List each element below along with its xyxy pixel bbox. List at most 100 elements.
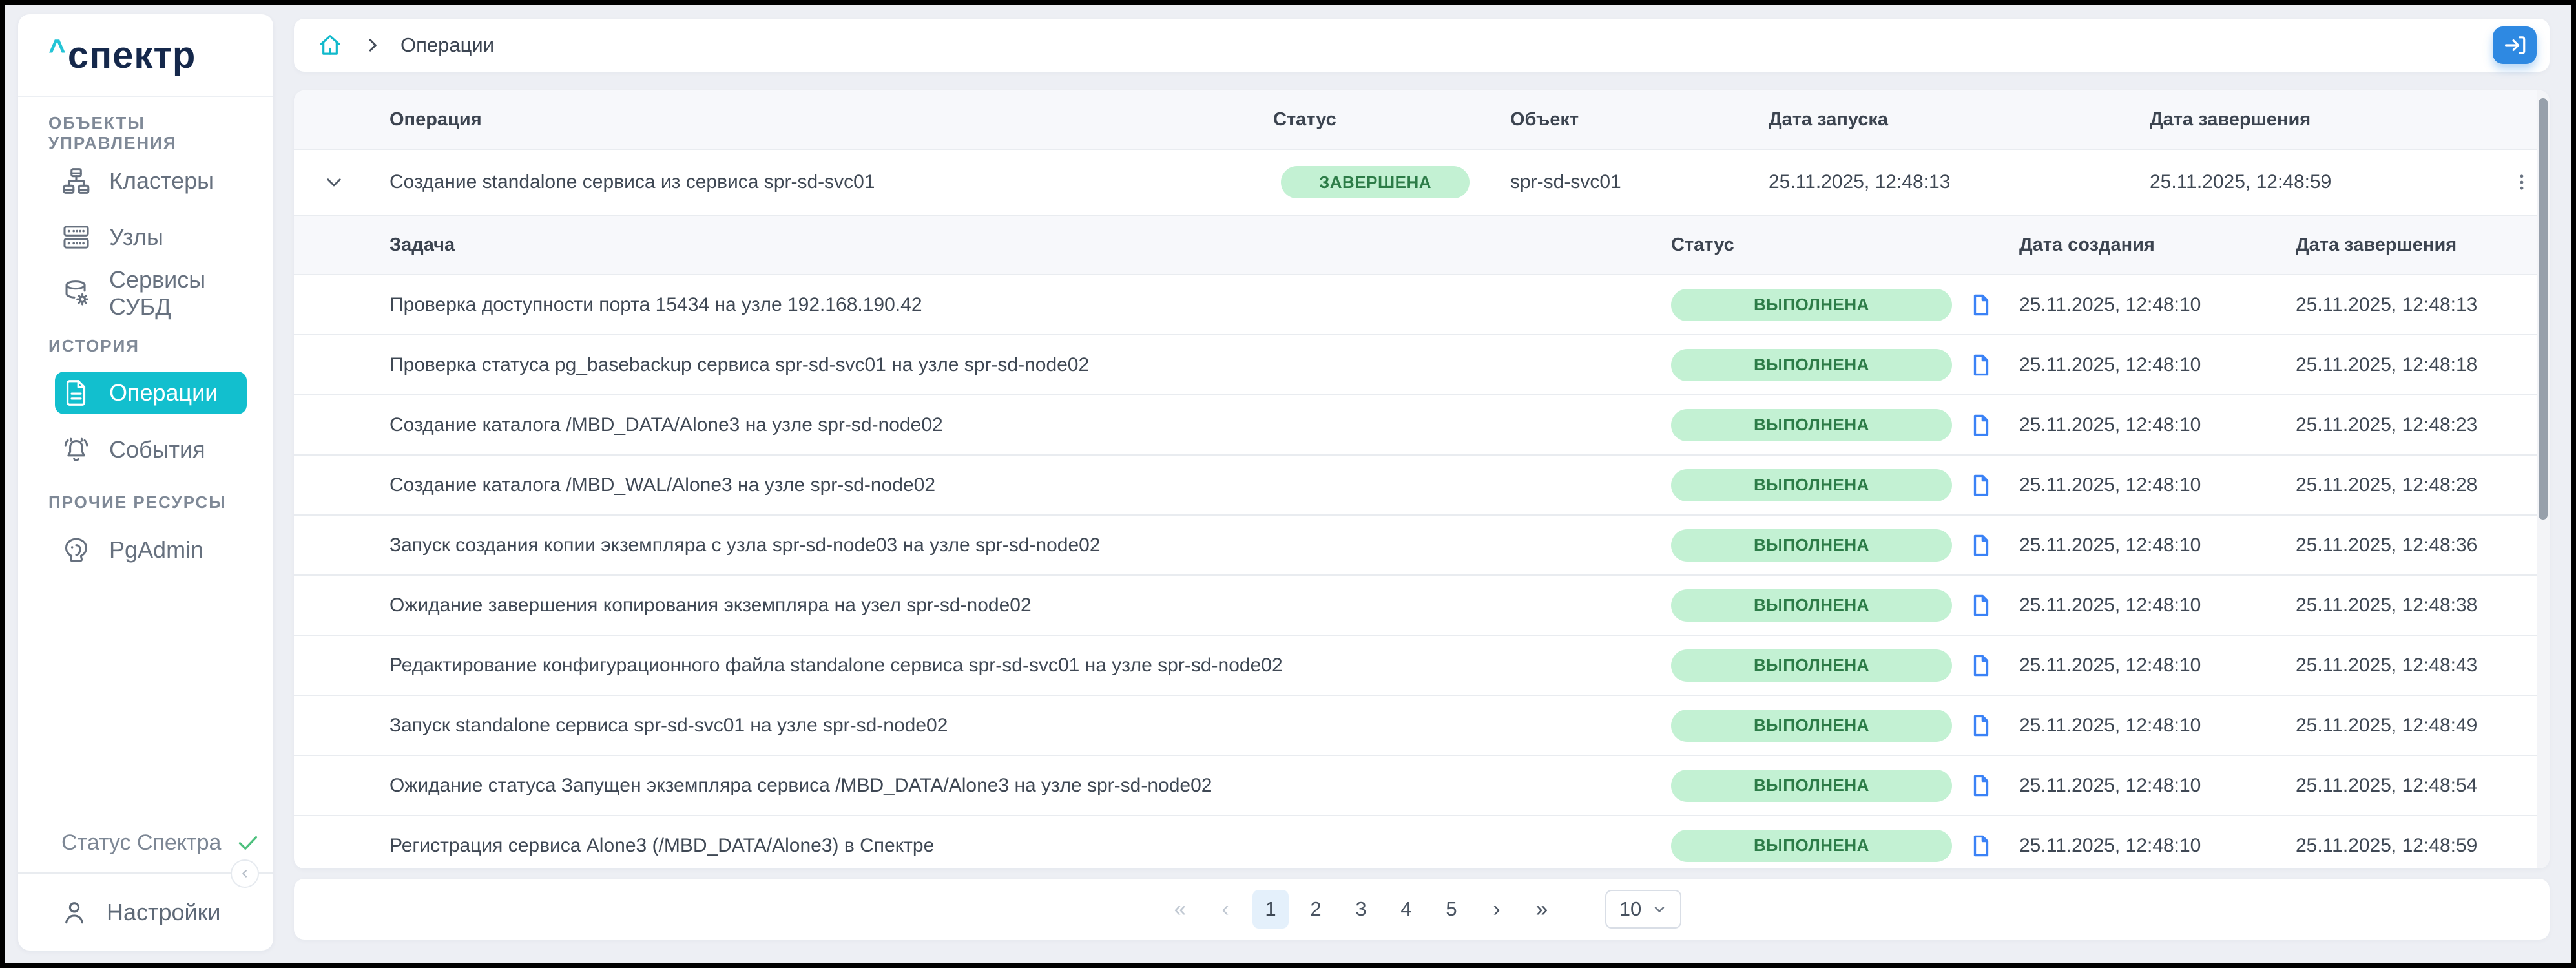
sidebar-item-clusters[interactable]: Кластеры <box>18 153 273 209</box>
task-name: Ожидание завершения копирования экземпля… <box>294 594 1671 616</box>
sidebar-item-events[interactable]: События <box>18 421 273 478</box>
next-page-button[interactable]: › <box>1479 890 1515 929</box>
task-created-date: 25.11.2025, 12:48:10 <box>2019 835 2296 857</box>
last-page-button[interactable]: » <box>1524 890 1560 929</box>
task-finish-date: 25.11.2025, 12:48:36 <box>2296 534 2550 556</box>
status-ok-check-icon <box>235 830 261 856</box>
task-name: Создание каталога /MBD_DATA/Alone3 на уз… <box>294 414 1671 436</box>
status-label: Статус Спектра <box>61 830 221 856</box>
column-header-status: Статус <box>1273 109 1510 131</box>
task-name: Регистрация сервиса Alone3 (/MBD_DATA/Al… <box>294 835 1671 857</box>
task-status-badge: ВЫПОЛНЕНА <box>1671 649 1952 682</box>
page-button-1[interactable]: 1 <box>1252 890 1289 929</box>
sidebar-item-operations[interactable]: Операции <box>55 372 247 414</box>
column-header-finish-date: Дата завершения <box>2150 109 2504 131</box>
task-row: Проверка доступности порта 15434 на узле… <box>294 275 2550 335</box>
task-log-file-icon[interactable] <box>1969 832 1993 860</box>
task-status-badge: ВЫПОЛНЕНА <box>1671 710 1952 742</box>
sidebar-item-db-services[interactable]: Сервисы СУБД <box>18 265 273 321</box>
page-button-3[interactable]: 3 <box>1343 890 1379 929</box>
sidebar-nav: ОБЪЕКТЫ УПРАВЛЕНИЯ Кластеры <box>18 97 273 578</box>
breadcrumb-bar: Операции <box>294 19 2550 72</box>
task-row: Ожидание завершения копирования экземпля… <box>294 576 2550 636</box>
operation-status-badge: ЗАВЕРШЕНА <box>1281 166 1470 198</box>
settings-button[interactable]: Настройки <box>18 874 273 951</box>
task-created-date: 25.11.2025, 12:48:10 <box>2019 294 2296 316</box>
breadcrumb-current-page: Операции <box>400 34 494 57</box>
task-finish-date: 25.11.2025, 12:48:13 <box>2296 294 2550 316</box>
collapse-row-chevron-down-icon[interactable] <box>315 163 353 202</box>
column-header-task: Задача <box>294 235 1671 256</box>
task-log-file-icon[interactable] <box>1969 411 1993 439</box>
sidebar-item-label: Узлы <box>109 224 163 251</box>
pagination-bar: « ‹ 1 2 3 4 5 › » 10 <box>294 879 2550 940</box>
page-size-select[interactable]: 10 <box>1605 890 1681 929</box>
task-status-badge: ВЫПОЛНЕНА <box>1671 409 1952 441</box>
sidebar-collapse-button[interactable] <box>231 859 259 888</box>
first-page-button[interactable]: « <box>1162 890 1198 929</box>
task-row: Ожидание статуса Запущен экземпляра серв… <box>294 756 2550 816</box>
kebab-menu-icon[interactable] <box>2504 164 2540 200</box>
sidebar-bottom: Статус Спектра <box>18 813 273 951</box>
screenshot-frame: ^ спектр ОБЪЕКТЫ УПРАВЛЕНИЯ Кластеры <box>0 0 2576 968</box>
task-log-file-icon[interactable] <box>1969 772 1993 800</box>
task-row: Редактирование конфигурационного файла s… <box>294 636 2550 696</box>
database-gear-icon <box>61 279 91 308</box>
task-status-badge: ВЫПОЛНЕНА <box>1671 289 1952 321</box>
task-created-date: 25.11.2025, 12:48:10 <box>2019 534 2296 556</box>
logo-caret-icon: ^ <box>48 32 66 67</box>
vertical-scrollbar-track[interactable] <box>2537 90 2550 868</box>
operation-start-date: 25.11.2025, 12:48:13 <box>1769 171 2150 193</box>
sidebar-item-label: Операции <box>109 379 218 406</box>
task-log-file-icon[interactable] <box>1969 651 1993 680</box>
task-log-file-icon[interactable] <box>1969 711 1993 740</box>
home-icon[interactable] <box>317 32 344 59</box>
task-finish-date: 25.11.2025, 12:48:43 <box>2296 655 2550 677</box>
page-button-2[interactable]: 2 <box>1298 890 1334 929</box>
column-header-object: Объект <box>1510 109 1769 131</box>
section-label-other-resources: ПРОЧИЕ РЕСУРСЫ <box>18 483 273 521</box>
task-finish-date: 25.11.2025, 12:48:49 <box>2296 715 2550 737</box>
sidebar-item-label: События <box>109 436 205 463</box>
sidebar-item-label: Сервисы СУБД <box>109 266 273 321</box>
task-log-file-icon[interactable] <box>1969 351 1993 379</box>
chevron-right-icon <box>363 36 382 55</box>
task-log-file-icon[interactable] <box>1969 531 1993 560</box>
clusters-icon <box>61 166 91 196</box>
task-row: Запуск standalone сервиса spr-sd-svc01 н… <box>294 696 2550 756</box>
task-log-file-icon[interactable] <box>1969 471 1993 500</box>
logout-button[interactable] <box>2493 26 2537 64</box>
page-button-5[interactable]: 5 <box>1433 890 1470 929</box>
page-button-4[interactable]: 4 <box>1388 890 1424 929</box>
previous-page-button[interactable]: ‹ <box>1207 890 1243 929</box>
task-created-date: 25.11.2025, 12:48:10 <box>2019 715 2296 737</box>
task-created-date: 25.11.2025, 12:48:10 <box>2019 655 2296 677</box>
operations-table: Операция Статус Объект Дата запуска Дата… <box>294 90 2550 868</box>
task-status-badge: ВЫПОЛНЕНА <box>1671 770 1952 802</box>
task-status-badge: ВЫПОЛНЕНА <box>1671 589 1952 622</box>
task-created-date: 25.11.2025, 12:48:10 <box>2019 354 2296 376</box>
app-background: ^ спектр ОБЪЕКТЫ УПРАВЛЕНИЯ Кластеры <box>5 5 2571 963</box>
task-created-date: 25.11.2025, 12:48:10 <box>2019 474 2296 496</box>
task-finish-date: 25.11.2025, 12:48:18 <box>2296 354 2550 376</box>
operation-row: Создание standalone сервиса из сервиса s… <box>294 150 2550 216</box>
task-finish-date: 25.11.2025, 12:48:38 <box>2296 594 2550 616</box>
column-header-start-date: Дата запуска <box>1769 109 2150 131</box>
task-log-file-icon[interactable] <box>1969 591 1993 620</box>
sidebar-item-pgadmin[interactable]: PgAdmin <box>18 521 273 578</box>
task-log-file-icon[interactable] <box>1969 291 1993 319</box>
tasks-header-row: Задача Статус Дата создания Дата заверше… <box>294 216 2550 275</box>
task-created-date: 25.11.2025, 12:48:10 <box>2019 414 2296 436</box>
column-header-task-status: Статус <box>1671 235 2019 256</box>
task-finish-date: 25.11.2025, 12:48:59 <box>2296 835 2550 857</box>
operations-header-row: Операция Статус Объект Дата запуска Дата… <box>294 90 2550 150</box>
settings-label: Настройки <box>107 899 221 926</box>
vertical-scrollbar-thumb[interactable] <box>2539 98 2548 520</box>
task-row: Проверка статуса pg_basebackup сервиса s… <box>294 335 2550 395</box>
sidebar-item-nodes[interactable]: Узлы <box>18 209 273 265</box>
operation-finish-date: 25.11.2025, 12:48:59 <box>2150 171 2504 193</box>
task-finish-date: 25.11.2025, 12:48:54 <box>2296 775 2550 797</box>
chevron-down-icon <box>1652 901 1667 917</box>
task-row: Создание каталога /MBD_WAL/Alone3 на узл… <box>294 456 2550 516</box>
task-name: Ожидание статуса Запущен экземпляра серв… <box>294 775 1671 797</box>
